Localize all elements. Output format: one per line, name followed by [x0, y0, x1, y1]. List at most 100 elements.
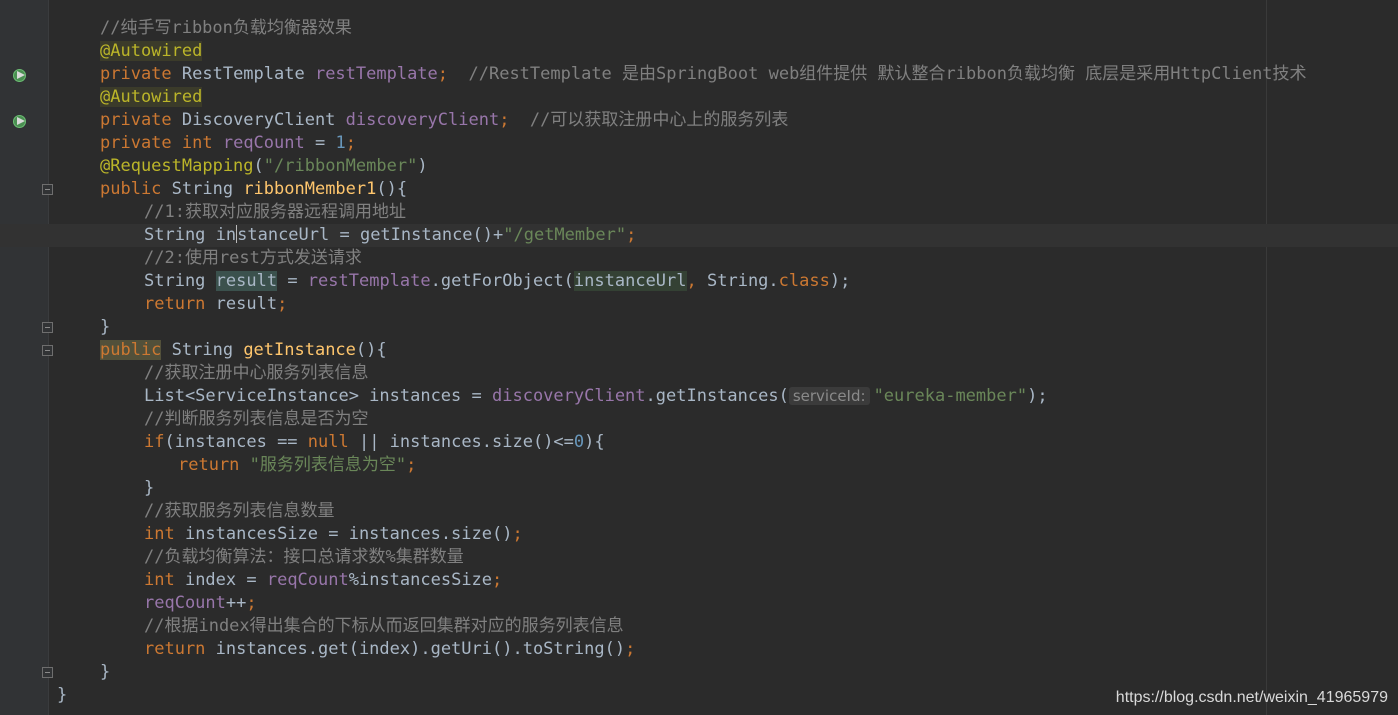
- highlighted-variable: result: [215, 271, 278, 291]
- number-literal: 0: [573, 432, 585, 452]
- string-literal: "/getMember": [503, 225, 627, 245]
- code-line[interactable]: private RestTemplate restTemplate; //Res…: [0, 63, 1398, 86]
- string-literal: "/ribbonMember": [263, 156, 418, 176]
- comment: //获取注册中心服务列表信息: [144, 363, 369, 383]
- field-name: discoveryClient: [345, 110, 500, 130]
- code-text: index =: [174, 570, 267, 590]
- field-name: reqCount: [266, 570, 349, 590]
- code-line[interactable]: //负载均衡算法：接口总请求数%集群数量: [0, 546, 1398, 569]
- code-line[interactable]: int index = reqCount%instancesSize;: [0, 569, 1398, 592]
- keyword: int: [144, 524, 175, 544]
- code-text: .getForObject(: [430, 271, 574, 291]
- keyword: return: [144, 294, 206, 314]
- keyword: private: [100, 64, 172, 84]
- code-line[interactable]: int instancesSize = instances.size();: [0, 523, 1398, 546]
- annotation: @Autowired: [100, 87, 203, 107]
- code-line[interactable]: public String getInstance(){: [0, 339, 1398, 362]
- keyword: int: [171, 133, 223, 153]
- field-name: restTemplate: [307, 271, 431, 291]
- method-name: ribbonMember1: [243, 179, 377, 199]
- code-line[interactable]: }: [0, 477, 1398, 500]
- code-text: instancesSize = instances.size(): [174, 524, 513, 544]
- code-text: %instancesSize: [348, 570, 493, 590]
- operator: =: [277, 271, 308, 291]
- keyword: private: [100, 133, 172, 153]
- code-line[interactable]: //根据index得出集合的下标从而返回集群对应的服务列表信息: [0, 615, 1398, 638]
- paren: (){: [376, 179, 408, 199]
- code-line[interactable]: return "服务列表信息为空";: [0, 454, 1398, 477]
- keyword: int: [144, 570, 175, 590]
- comment: //获取服务列表信息数量: [144, 501, 335, 521]
- code-lines[interactable]: //纯手写ribbon负载均衡器效果 @Autowired private Re…: [0, 17, 1398, 707]
- code-line[interactable]: }: [0, 661, 1398, 684]
- code-line[interactable]: public String ribbonMember1(){: [0, 178, 1398, 201]
- code-text: .getInstances(: [645, 386, 789, 406]
- field-name: discoveryClient: [492, 386, 646, 406]
- keyword: class: [778, 271, 830, 291]
- paren: ): [417, 156, 428, 176]
- code-line[interactable]: //判断服务列表信息是否为空: [0, 408, 1398, 431]
- type-name: String: [161, 340, 244, 360]
- number-literal: 1: [335, 133, 346, 153]
- field-name: reqCount: [144, 593, 226, 613]
- code-text: || instances.size()<=: [348, 432, 574, 452]
- code-line[interactable]: //纯手写ribbon负载均衡器效果: [0, 17, 1398, 40]
- semicolon: ;: [625, 639, 636, 659]
- code-text: result: [205, 294, 278, 314]
- code-line[interactable]: return result;: [0, 293, 1398, 316]
- type-name: String: [161, 179, 244, 199]
- code-line[interactable]: @Autowired: [0, 86, 1398, 109]
- code-text: List<ServiceInstance> instances =: [144, 386, 492, 406]
- annotation: @RequestMapping: [100, 156, 254, 176]
- semicolon: ;: [437, 64, 449, 84]
- keyword: if: [144, 432, 165, 452]
- semicolon: ;: [492, 570, 503, 590]
- code-line[interactable]: @Autowired: [0, 40, 1398, 63]
- code-text: String in: [144, 225, 237, 245]
- keyword: null: [307, 432, 349, 452]
- field-name: restTemplate: [314, 64, 438, 84]
- string-literal: "服务列表信息为空": [249, 455, 407, 475]
- semicolon: ;: [406, 455, 417, 475]
- code-line[interactable]: String result = restTemplate.getForObjec…: [0, 270, 1398, 293]
- annotation: @Autowired: [100, 41, 203, 61]
- code-text: String.: [707, 271, 779, 291]
- paren: (){: [355, 340, 387, 360]
- paren: (: [253, 156, 264, 176]
- comment: //纯手写ribbon负载均衡器效果: [100, 18, 352, 38]
- code-line[interactable]: if(instances == null || instances.size()…: [0, 431, 1398, 454]
- code-line[interactable]: reqCount++;: [0, 592, 1398, 615]
- code-line[interactable]: private int reqCount = 1;: [0, 132, 1398, 155]
- code-line[interactable]: return instances.get(index).getUri().toS…: [0, 638, 1398, 661]
- code-text: String: [144, 271, 216, 291]
- watermark-url: https://blog.csdn.net/weixin_41965979: [1115, 689, 1388, 706]
- keyword: return: [144, 639, 206, 659]
- code-line[interactable]: //1:获取对应服务器远程调用地址: [0, 201, 1398, 224]
- code-text: );: [1027, 386, 1048, 406]
- code-text: instances.get(index).getUri().toString(): [205, 639, 626, 659]
- brace: }: [144, 478, 155, 498]
- code-editor[interactable]: //纯手写ribbon负载均衡器效果 @Autowired private Re…: [0, 0, 1398, 715]
- keyword: return: [178, 455, 250, 475]
- current-code-line[interactable]: String instanceUrl = getInstance()+"/get…: [0, 224, 1398, 247]
- keyword: public: [100, 340, 162, 360]
- code-line[interactable]: //获取注册中心服务列表信息: [0, 362, 1398, 385]
- brace: }: [100, 662, 111, 682]
- type-name: RestTemplate: [171, 64, 315, 84]
- code-line[interactable]: private DiscoveryClient discoveryClient;…: [0, 109, 1398, 132]
- semicolon: ;: [512, 524, 523, 544]
- code-line[interactable]: //2:使用rest方式发送请求: [0, 247, 1398, 270]
- comma: ,: [686, 271, 707, 291]
- keyword: private: [100, 110, 172, 130]
- code-line[interactable]: @RequestMapping("/ribbonMember"): [0, 155, 1398, 178]
- code-line[interactable]: List<ServiceInstance> instances = discov…: [0, 385, 1398, 408]
- code-text: ){: [584, 432, 605, 452]
- code-text: = getInstance()+: [329, 225, 504, 245]
- semicolon: ;: [499, 110, 510, 130]
- code-line[interactable]: //获取服务列表信息数量: [0, 500, 1398, 523]
- semicolon: ;: [345, 133, 356, 153]
- highlighted-variable: instanceUrl: [573, 271, 687, 291]
- parameter-hint: serviceId:: [788, 387, 870, 405]
- code-line[interactable]: }: [0, 316, 1398, 339]
- code-text: );: [829, 271, 851, 291]
